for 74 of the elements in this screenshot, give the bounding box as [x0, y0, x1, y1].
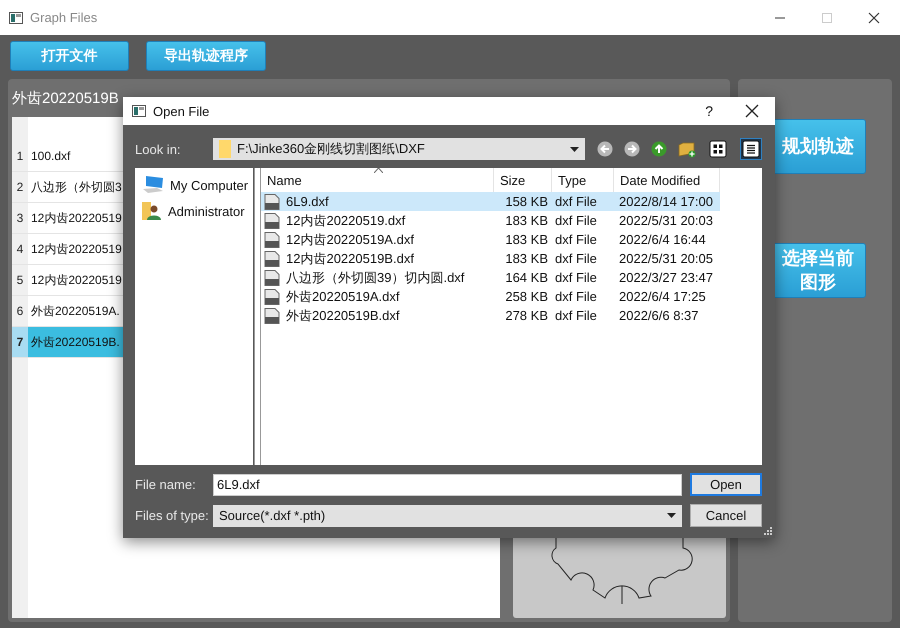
file-type: dxf File — [554, 231, 598, 249]
file-type: dxf File — [554, 212, 598, 230]
file-date: 2022/3/27 23:47 — [618, 269, 714, 287]
dialog-button[interactable]: Open — [690, 473, 762, 496]
file-size: 278 KB — [504, 307, 549, 325]
row-number: 7 — [12, 327, 28, 357]
icon-view-button[interactable] — [707, 138, 729, 160]
file-icon — [264, 232, 280, 248]
file-type: dxf File — [554, 307, 598, 325]
file-date: 2022/5/31 20:03 — [618, 212, 714, 230]
file-date: 2022/8/14 17:00 — [618, 193, 714, 211]
detail-view-button[interactable] — [740, 138, 762, 160]
file-size: 183 KB — [504, 212, 549, 230]
computer-icon — [142, 175, 164, 195]
file-row[interactable]: 12内齿20220519A.dxf 183 KB dxf File 2022/6/4 16:44 — [261, 230, 720, 249]
window-title: Graph Files — [30, 10, 98, 25]
file-size: 183 KB — [504, 250, 549, 268]
caret-icon — [667, 513, 676, 518]
dialog-button[interactable]: Cancel — [690, 504, 762, 527]
new-folder-icon[interactable] — [678, 140, 696, 158]
help-button[interactable]: ? — [705, 103, 713, 119]
file-icon — [264, 288, 280, 304]
place-item[interactable]: My Computer — [170, 178, 248, 192]
field-label: Look in: — [135, 142, 182, 156]
file-name: 八边形（外切圆39）切内圆.dxf — [286, 268, 464, 286]
close-icon[interactable] — [868, 12, 880, 24]
file-icon — [264, 250, 280, 266]
file-name: 12内齿20220519.dxf — [286, 212, 406, 230]
file-type-dropdown[interactable]: Source(*.dxf *.pth) — [213, 504, 682, 526]
file-date: 2022/5/31 20:05 — [618, 250, 714, 268]
app-icon — [9, 12, 23, 24]
file-type: dxf File — [554, 269, 598, 287]
file-name: 外齿20220519A.dxf — [286, 288, 400, 306]
file-row[interactable]: 外齿20220519B.dxf 278 KB dxf File 2022/6/6 8:37 — [261, 306, 720, 325]
user-folder-icon — [142, 201, 162, 221]
file-name: 12内齿20220519A.dxf — [286, 230, 414, 248]
forward-icon[interactable] — [624, 141, 640, 157]
file-icon — [264, 270, 280, 286]
place-item[interactable]: Administrator — [168, 204, 245, 218]
file-name: 6L9.dxf — [286, 194, 329, 209]
file-size: 258 KB — [504, 288, 549, 306]
app-icon — [132, 105, 146, 117]
field-label: Files of type: — [135, 508, 210, 523]
file-size: 183 KB — [504, 231, 549, 249]
file-date: 2022/6/6 8:37 — [618, 307, 700, 325]
file-row[interactable]: 八边形（外切圆39）切内圆.dxf 164 KB dxf File 2022/3/27 23:47 — [261, 268, 720, 287]
dialog-title: Open File — [153, 104, 210, 118]
back-icon[interactable] — [597, 141, 613, 157]
file-icon — [264, 308, 280, 324]
file-icon — [264, 194, 280, 210]
splitter-handle[interactable] — [254, 168, 261, 465]
file-type: dxf File — [554, 250, 598, 268]
file-size: 158 KB — [504, 193, 549, 211]
file-row[interactable]: 12内齿20220519.dxf 183 KB dxf File 2022/5/31 20:03 — [261, 211, 720, 230]
resize-grip-icon — [764, 527, 772, 535]
file-date: 2022/6/4 16:44 — [618, 231, 707, 249]
file-name-field[interactable]: 6L9.dxf — [213, 474, 682, 496]
file-name: 外齿20220519B.dxf — [286, 306, 400, 324]
sort-caret-icon — [374, 168, 383, 173]
file-icon — [264, 212, 280, 228]
file-date: 2022/6/4 17:25 — [618, 288, 707, 306]
look-in-dropdown[interactable]: F:\Jinke360金刚线切割图纸\DXF — [213, 138, 585, 160]
file-name: 12内齿20220519B.dxf — [286, 250, 414, 268]
file-type: dxf File — [554, 193, 598, 211]
file-size: 164 KB — [504, 269, 549, 287]
file-row[interactable]: 6L9.dxf 158 KB dxf File 2022/8/14 17:00 — [261, 192, 720, 211]
up-icon[interactable] — [651, 141, 667, 157]
close-icon[interactable] — [745, 104, 759, 118]
file-row[interactable]: 外齿20220519A.dxf 258 KB dxf File 2022/6/4 17:25 — [261, 287, 720, 306]
field-label: File name: — [135, 477, 197, 492]
file-type: dxf File — [554, 288, 598, 306]
panel-header: 外齿20220519B — [12, 88, 119, 108]
caret-icon — [570, 146, 579, 152]
file-row[interactable]: 12内齿20220519B.dxf 183 KB dxf File 2022/5/31 20:05 — [261, 249, 720, 268]
